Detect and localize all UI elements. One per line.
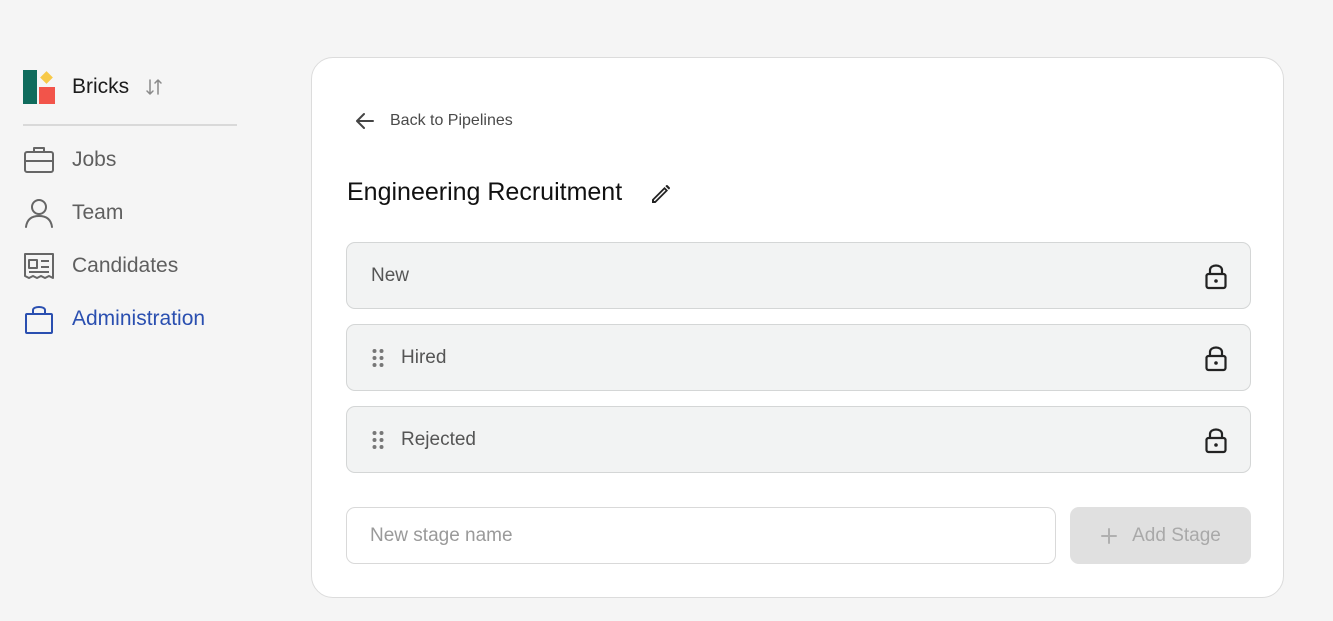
new-stage-name-input[interactable]: [346, 507, 1056, 564]
page-title: Engineering Recruitment: [347, 178, 623, 206]
workspace-name: Bricks: [72, 75, 130, 98]
back-to-pipelines-link[interactable]: Back to Pipelines: [354, 110, 513, 132]
add-stage-label: Add Stage: [1132, 524, 1221, 546]
person-icon: [23, 196, 57, 230]
sort-arrows-icon[interactable]: [145, 78, 163, 96]
shopping-bag-icon: [23, 302, 57, 336]
back-link-label: Back to Pipelines: [390, 112, 513, 129]
pencil-icon[interactable]: [649, 180, 675, 206]
stage-list: New Hired Rejected: [346, 242, 1251, 488]
pipeline-editor-card: Back to Pipelines Engineering Recruitmen…: [311, 57, 1284, 598]
add-stage-button[interactable]: Add Stage: [1070, 507, 1251, 564]
drag-handle-icon[interactable]: [371, 430, 385, 450]
stage-item[interactable]: Hired: [346, 324, 1251, 391]
drag-handle-icon[interactable]: [371, 348, 385, 368]
plus-icon: [1100, 527, 1118, 545]
stage-label: Hired: [401, 346, 447, 368]
stage-label: New: [371, 264, 410, 286]
stage-label: Rejected: [401, 428, 476, 450]
sidebar-item-label: Administration: [72, 306, 206, 330]
lock-icon: [1204, 262, 1228, 290]
sidebar-item-team[interactable]: Team: [23, 186, 237, 239]
sidebar-item-administration[interactable]: Administration: [23, 292, 237, 345]
bricks-logo: [23, 70, 57, 104]
title-row: Engineering Recruitment: [347, 178, 675, 207]
lock-icon: [1204, 344, 1228, 372]
sidebar-item-label: Jobs: [72, 147, 117, 171]
stage-item: New: [346, 242, 1251, 309]
sidebar-item-candidates[interactable]: Candidates: [23, 239, 237, 292]
stage-item[interactable]: Rejected: [346, 406, 1251, 473]
sidebar-item-jobs[interactable]: Jobs: [23, 133, 237, 186]
id-card-icon: [23, 249, 57, 283]
add-stage-row: Add Stage: [346, 507, 1251, 564]
arrow-left-icon: [354, 110, 376, 132]
sidebar-nav: Jobs Team Candidates Administration: [23, 133, 237, 345]
sidebar-item-label: Candidates: [72, 253, 179, 277]
workspace-switcher[interactable]: Bricks: [23, 68, 237, 126]
sidebar: Bricks Jobs Team Candidates Administrati…: [23, 68, 237, 345]
lock-icon: [1204, 426, 1228, 454]
page: Bricks Jobs Team Candidates Administrati…: [0, 0, 1333, 621]
briefcase-icon: [23, 143, 57, 177]
sidebar-item-label: Team: [72, 200, 124, 224]
